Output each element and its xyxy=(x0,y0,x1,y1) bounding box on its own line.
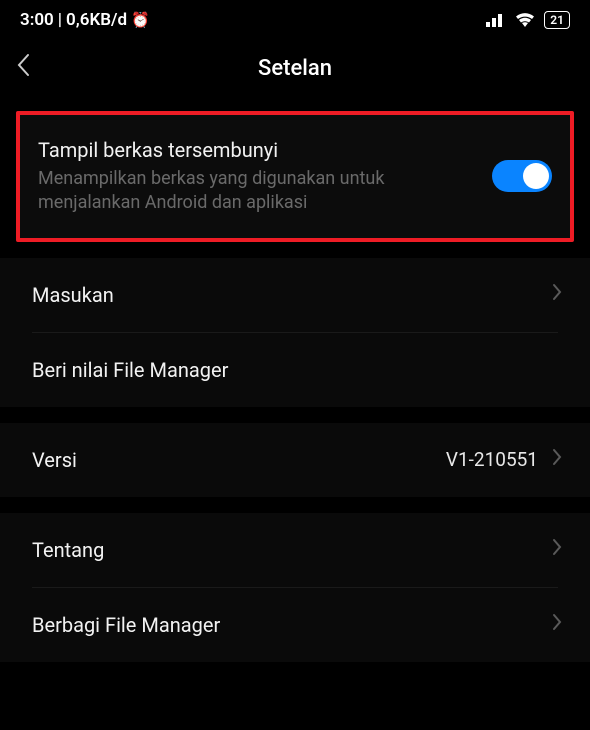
section-about: Tentang Berbagi File Manager xyxy=(0,513,590,662)
item-text: Masukan xyxy=(32,282,552,308)
chevron-right-icon xyxy=(552,447,562,472)
rate-item[interactable]: Beri nilai File Manager xyxy=(0,333,590,407)
status-bar-left: 3:00 | 0,6KB/d ⏰ xyxy=(20,10,150,30)
item-title: Tampil berkas tersembunyi xyxy=(38,137,476,163)
version-item[interactable]: Versi V1-210551 xyxy=(0,423,590,497)
toggle-knob xyxy=(523,163,549,189)
header: Setelan xyxy=(0,38,590,111)
item-title: Berbagi File Manager xyxy=(32,612,536,638)
alarm-icon: ⏰ xyxy=(131,11,150,29)
section-version: Versi V1-210551 xyxy=(0,423,590,497)
battery-icon: 21 xyxy=(544,11,570,29)
show-hidden-files-item[interactable]: Tampil berkas tersembunyi Menampilkan be… xyxy=(20,115,570,238)
item-right: V1-210551 xyxy=(446,447,562,472)
chevron-right-icon xyxy=(552,612,562,637)
hidden-files-toggle[interactable] xyxy=(492,160,552,192)
signal-icon xyxy=(486,13,506,27)
back-button[interactable] xyxy=(16,53,30,84)
item-title: Tentang xyxy=(32,537,536,563)
highlighted-section: Tampil berkas tersembunyi Menampilkan be… xyxy=(16,111,574,242)
item-title: Versi xyxy=(32,447,430,473)
about-item[interactable]: Tentang xyxy=(0,513,590,587)
status-time: 3:00 xyxy=(20,10,54,30)
item-title: Beri nilai File Manager xyxy=(32,357,546,383)
chevron-right-icon xyxy=(552,282,562,307)
item-title: Masukan xyxy=(32,282,536,308)
status-data-rate: 0,6KB/d xyxy=(66,10,127,30)
status-separator: | xyxy=(58,10,62,30)
section-feedback: Masukan Beri nilai File Manager xyxy=(0,258,590,407)
item-text: Versi xyxy=(32,447,446,473)
status-bar-right: 21 xyxy=(486,11,570,29)
item-subtitle: Menampilkan berkas yang digunakan untuk … xyxy=(38,167,476,216)
item-right xyxy=(552,282,562,307)
item-text: Berbagi File Manager xyxy=(32,612,552,638)
chevron-right-icon xyxy=(552,537,562,562)
feedback-item[interactable]: Masukan xyxy=(0,258,590,332)
item-right xyxy=(552,612,562,637)
battery-level: 21 xyxy=(550,13,564,27)
item-right xyxy=(552,537,562,562)
wifi-icon xyxy=(514,12,536,28)
status-bar: 3:00 | 0,6KB/d ⏰ 21 xyxy=(0,0,590,38)
page-title: Setelan xyxy=(20,56,570,81)
item-text: Tentang xyxy=(32,537,552,563)
share-item[interactable]: Berbagi File Manager xyxy=(0,588,590,662)
item-text: Beri nilai File Manager xyxy=(32,357,562,383)
item-text: Tampil berkas tersembunyi Menampilkan be… xyxy=(38,137,492,216)
version-value: V1-210551 xyxy=(446,448,538,471)
